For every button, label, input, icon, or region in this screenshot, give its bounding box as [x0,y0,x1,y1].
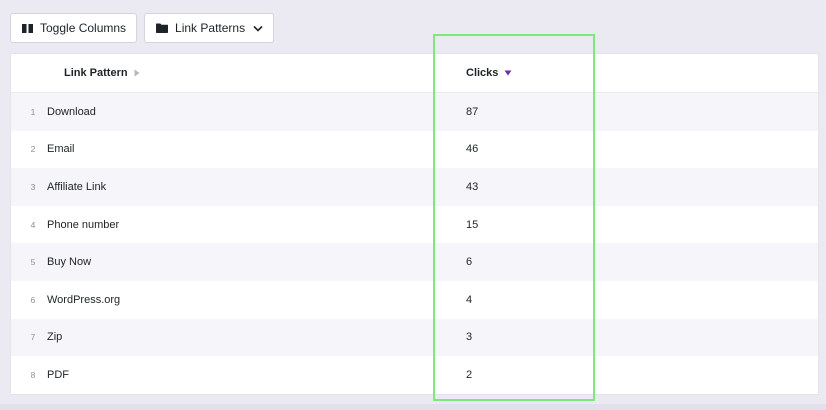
table-row: 8 PDF 2 [11,356,818,394]
chevron-down-icon [253,25,263,32]
sort-arrow-right-icon [134,69,140,77]
column-header-label: Clicks [466,67,499,79]
link-pattern-name: Email [47,143,75,156]
column-header-label: Link Pattern [64,67,128,79]
table-row: 3 Affiliate Link 43 [11,168,818,206]
link-pattern-name: Zip [47,331,63,344]
click-count: 4 [466,293,473,306]
click-count: 6 [466,256,473,269]
toggle-columns-label: Toggle Columns [40,21,127,35]
row-index: 8 [30,369,36,380]
sort-arrow-down-icon [504,70,512,76]
link-pattern-name: Buy Now [47,256,92,269]
link-pattern-name: Affiliate Link [47,180,107,193]
column-header-clicks[interactable]: Clicks [466,54,512,92]
table-row: 2 Email 46 [11,130,818,169]
table-header: Link Pattern Clicks [11,54,818,93]
row-index: 4 [30,219,36,230]
table-row: 1 Download 87 [11,93,818,131]
folder-icon [156,23,169,33]
row-index: 7 [30,332,36,343]
bottom-divider [0,404,826,410]
click-count: 43 [466,180,479,193]
table-row: 7 Zip 3 [11,318,818,357]
click-count: 46 [466,143,479,156]
link-pattern-name: WordPress.org [47,293,121,306]
row-index: 6 [30,294,36,305]
link-patterns-label: Link Patterns [175,21,246,35]
link-pattern-name: Phone number [47,218,120,231]
toolbar: Toggle Columns Link Patterns [10,13,275,43]
report-table: Link Pattern Clicks 1 Download 87 2 Emai… [10,53,819,395]
table-row: 4 Phone number 15 [11,205,818,244]
row-index: 1 [30,106,36,117]
click-count: 15 [466,218,479,231]
toggle-columns-button[interactable]: Toggle Columns [10,13,138,43]
link-pattern-name: Download [47,105,96,118]
link-pattern-name: PDF [47,368,69,381]
table-row: 5 Buy Now 6 [11,243,818,281]
row-index: 2 [30,144,36,155]
row-index: 5 [30,257,36,268]
click-count: 3 [466,331,473,344]
row-index: 3 [30,181,36,192]
click-count: 87 [466,105,479,118]
table-row: 6 WordPress.org 4 [11,280,818,319]
link-patterns-dropdown[interactable]: Link Patterns [144,13,275,43]
columns-icon [22,23,33,33]
click-count: 2 [466,368,473,381]
column-header-link-pattern[interactable]: Link Pattern [64,54,140,92]
table-body: 1 Download 87 2 Email 46 3 Affiliate Lin… [11,93,818,394]
